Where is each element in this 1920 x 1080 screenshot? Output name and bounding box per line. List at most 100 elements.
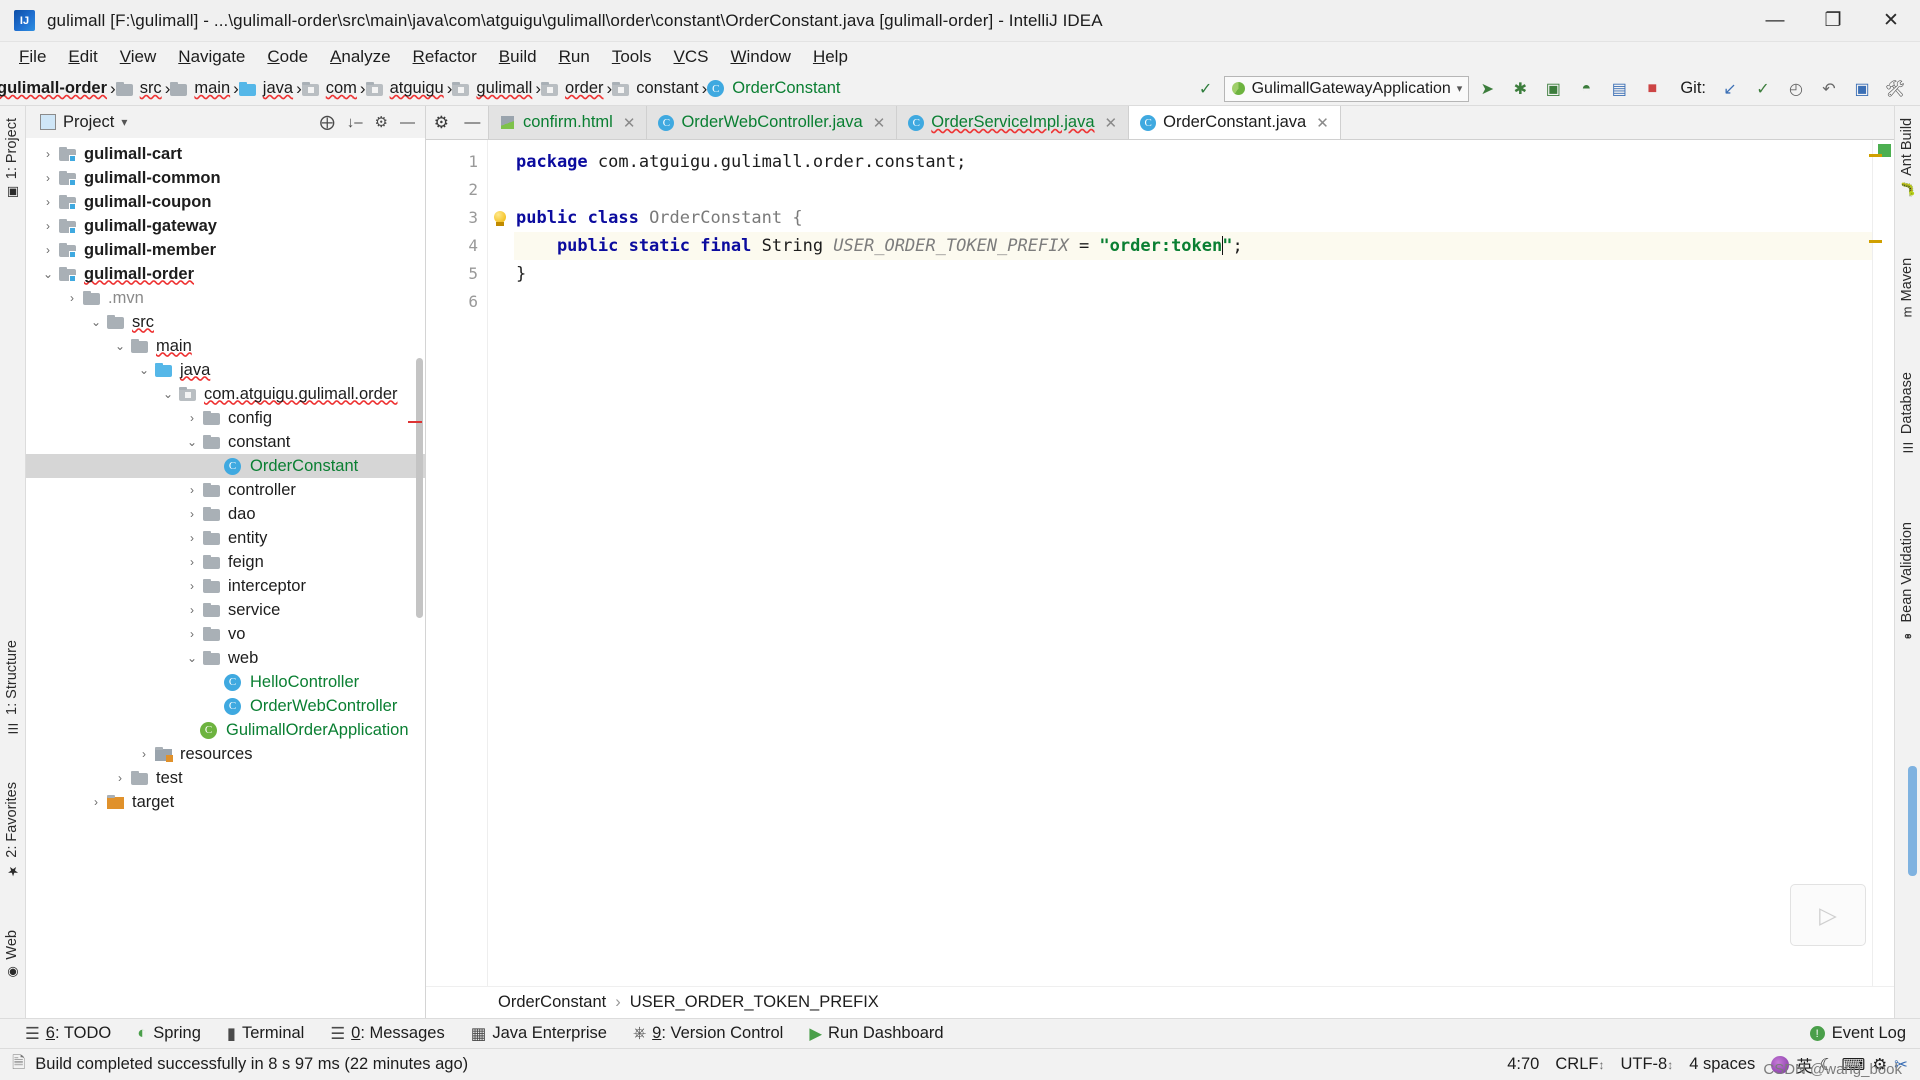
tree-item-main[interactable]: ⌄main: [26, 334, 425, 358]
menu-navigate[interactable]: Navigate: [167, 45, 256, 69]
tool-window-9-version-control[interactable]: ⎈9: Version Control: [620, 1024, 796, 1043]
tree-item-src[interactable]: ⌄src: [26, 310, 425, 334]
editor-tab-orderwebcontroller-java[interactable]: COrderWebController.java✕: [647, 106, 897, 139]
breadcrumb-item-com[interactable]: com: [302, 79, 360, 98]
tree-item-feign[interactable]: ›feign: [26, 550, 425, 574]
tree-item-entity[interactable]: ›entity: [26, 526, 425, 550]
tree-item-orderconstant[interactable]: COrderConstant: [26, 454, 425, 478]
chevron-down-icon[interactable]: ⌄: [184, 651, 200, 665]
hide-icon[interactable]: —: [400, 114, 415, 131]
menu-view[interactable]: View: [109, 45, 168, 69]
chevron-down-icon[interactable]: ⌄: [88, 315, 104, 329]
profile-button[interactable]: ◓: [1571, 75, 1601, 103]
editor-tab-confirm-html[interactable]: confirm.html✕: [488, 106, 647, 139]
chevron-right-icon[interactable]: ›: [136, 747, 152, 761]
caret-position[interactable]: 4:70: [1507, 1055, 1539, 1074]
tree-item-hellocontroller[interactable]: CHelloController: [26, 670, 425, 694]
code-content[interactable]: package com.atguigu.gulimall.order.const…: [514, 140, 1894, 986]
sidebar-item-database[interactable]: ☰ Database: [1894, 368, 1920, 458]
sidebar-item-bean-validation[interactable]: ⚭ Bean Validation: [1894, 518, 1920, 647]
minimize-button[interactable]: —: [1746, 0, 1804, 41]
tree-item-target[interactable]: ›target: [26, 790, 425, 814]
locate-icon[interactable]: ⨁: [320, 113, 335, 131]
line-separator[interactable]: CRLF↕: [1555, 1055, 1604, 1074]
menu-analyze[interactable]: Analyze: [319, 45, 401, 69]
close-button[interactable]: ✕: [1862, 0, 1920, 41]
tree-item-gulimall-common[interactable]: ›gulimall-common: [26, 166, 425, 190]
chevron-down-icon[interactable]: ⌄: [136, 363, 152, 377]
tree-item-orderwebcontroller[interactable]: COrderWebController: [26, 694, 425, 718]
sidebar-item-structure[interactable]: ☰ 1: Structure: [0, 636, 25, 739]
search-everywhere-button[interactable]: ▣: [1847, 75, 1877, 103]
menu-file[interactable]: File: [8, 45, 57, 69]
menu-edit[interactable]: Edit: [57, 45, 108, 69]
tree-item-service[interactable]: ›service: [26, 598, 425, 622]
menu-build[interactable]: Build: [488, 45, 548, 69]
chevron-right-icon[interactable]: ›: [40, 195, 56, 209]
git-commit-button[interactable]: ✓: [1748, 75, 1778, 103]
chevron-down-icon[interactable]: ⌄: [160, 387, 176, 401]
tree-item-gulimall-member[interactable]: ›gulimall-member: [26, 238, 425, 262]
sidebar-item-ant-build[interactable]: 🐛 Ant Build: [1894, 114, 1920, 201]
build-hammer-icon[interactable]: ✓: [1191, 75, 1221, 103]
tree-scrollbar[interactable]: [416, 358, 423, 618]
collapse-all-icon[interactable]: ↓–: [347, 114, 363, 131]
settings-button[interactable]: 🛠: [1880, 75, 1910, 103]
chevron-right-icon[interactable]: ›: [184, 555, 200, 569]
stop-button[interactable]: ■: [1637, 75, 1667, 103]
settings-icon[interactable]: ⚙: [375, 113, 388, 131]
tree-item-vo[interactable]: ›vo: [26, 622, 425, 646]
breadcrumb-item-orderconstant[interactable]: COrderConstant: [707, 79, 843, 98]
menu-run[interactable]: Run: [548, 45, 601, 69]
sidebar-item-project[interactable]: ▣ 1: Project: [0, 114, 25, 203]
tree-item-dao[interactable]: ›dao: [26, 502, 425, 526]
git-update-button[interactable]: ↙: [1715, 75, 1745, 103]
chevron-right-icon[interactable]: ›: [40, 219, 56, 233]
breadcrumb-item-order[interactable]: order: [541, 79, 607, 98]
close-icon[interactable]: ✕: [1316, 114, 1329, 132]
chevron-right-icon[interactable]: ›: [184, 579, 200, 593]
chevron-down-icon[interactable]: ▾: [121, 115, 127, 129]
tree-item--mvn[interactable]: ›.mvn: [26, 286, 425, 310]
run-with-coverage-button[interactable]: ▣: [1538, 75, 1568, 103]
file-encoding[interactable]: UTF-8↕: [1620, 1055, 1673, 1074]
event-log-button[interactable]: ! Event Log: [1810, 1024, 1920, 1043]
sidebar-item-favorites[interactable]: ★ 2: Favorites: [0, 778, 25, 882]
menu-help[interactable]: Help: [802, 45, 859, 69]
indent-setting[interactable]: 4 spaces: [1689, 1055, 1755, 1074]
debug-button[interactable]: ✱: [1505, 75, 1535, 103]
git-rollback-button[interactable]: ↶: [1814, 75, 1844, 103]
chevron-right-icon[interactable]: ›: [64, 291, 80, 305]
chevron-right-icon[interactable]: ›: [112, 771, 128, 785]
chevron-right-icon[interactable]: ›: [40, 147, 56, 161]
preview-placeholder[interactable]: ▷: [1790, 884, 1866, 946]
menu-code[interactable]: Code: [256, 45, 319, 69]
editor-breadcrumb-item[interactable]: USER_ORDER_TOKEN_PREFIX: [630, 993, 879, 1012]
run-configuration-selector[interactable]: GulimallGatewayApplication ▾: [1224, 76, 1470, 102]
breadcrumb-item-java[interactable]: java: [239, 79, 296, 98]
tree-item-com-atguigu-gulimall-order[interactable]: ⌄com.atguigu.gulimall.order: [26, 382, 425, 406]
chevron-down-icon[interactable]: ⌄: [112, 339, 128, 353]
tool-window-0-messages[interactable]: ☰0: Messages: [317, 1024, 457, 1044]
breadcrumb-item-atguigu[interactable]: atguigu: [366, 79, 447, 98]
hide-editor-icon[interactable]: —: [464, 114, 480, 132]
tree-item-gulimall-coupon[interactable]: ›gulimall-coupon: [26, 190, 425, 214]
tree-item-config[interactable]: ›config: [26, 406, 425, 430]
tree-item-java[interactable]: ⌄java: [26, 358, 425, 382]
menu-tools[interactable]: Tools: [601, 45, 663, 69]
menu-window[interactable]: Window: [719, 45, 801, 69]
tool-window-spring[interactable]: ◐Spring: [124, 1024, 214, 1043]
maximize-button[interactable]: ❐: [1804, 0, 1862, 41]
tool-window-run-dashboard[interactable]: ▶Run Dashboard: [796, 1024, 956, 1044]
breadcrumb-item-constant[interactable]: constant: [612, 79, 701, 98]
chevron-right-icon[interactable]: ›: [184, 627, 200, 641]
tree-item-constant[interactable]: ⌄constant: [26, 430, 425, 454]
sidebar-item-web[interactable]: ◉ Web: [0, 926, 25, 984]
lightbulb-icon[interactable]: [492, 211, 508, 229]
tree-item-controller[interactable]: ›controller: [26, 478, 425, 502]
chevron-down-icon[interactable]: ⌄: [184, 435, 200, 449]
breadcrumb-item-gulimall-order[interactable]: gulimall-order: [0, 79, 110, 98]
breadcrumb-item-main[interactable]: main: [170, 79, 233, 98]
close-icon[interactable]: ✕: [1105, 114, 1118, 132]
git-history-button[interactable]: ◴: [1781, 75, 1811, 103]
